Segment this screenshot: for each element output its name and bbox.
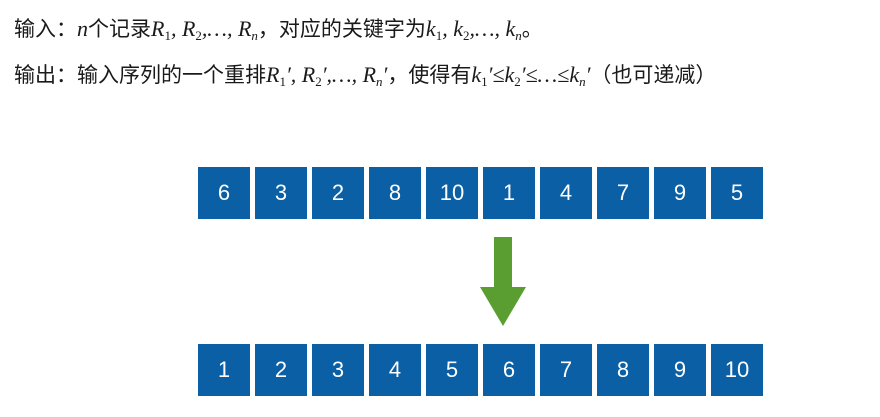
sequence-cell: 10	[711, 344, 763, 396]
sequence-cell: 9	[654, 344, 706, 396]
sequence-cell: 9	[654, 167, 706, 219]
input-text-2: ，对应的关键字为	[257, 17, 426, 41]
k2-prime-symbol: k2	[504, 62, 521, 89]
sequence-cell: 5	[426, 344, 478, 396]
le-sep: ′≤…≤	[520, 62, 570, 87]
output-text-2: ，使得有	[387, 63, 472, 87]
sequence-cell: 2	[255, 344, 307, 396]
sequence-cell: 2	[312, 167, 364, 219]
ellipsis: ,…,	[469, 16, 506, 41]
sequence-cell: 7	[540, 344, 592, 396]
sequence-cell: 8	[369, 167, 421, 219]
sequence-cell: 4	[540, 167, 592, 219]
comma: ,	[442, 16, 454, 41]
sequence-cell: 10	[426, 167, 478, 219]
input-text-1: 个记录	[88, 17, 151, 41]
prime-sep: ′,	[285, 62, 302, 87]
n-symbol: n	[77, 16, 88, 41]
r2-symbol: R2	[181, 16, 202, 43]
comma: ,	[170, 16, 182, 41]
r2-prime-symbol: R2	[301, 62, 322, 89]
input-end: 。	[521, 17, 543, 41]
output-description: 输出：输入序列的一个重排R1′, R2′,…, Rn′，使得有k1′≤k2′≤……	[14, 60, 716, 90]
k2-symbol: k2	[453, 16, 470, 43]
input-description: 输入：n个记录R1, R2,…, Rn，对应的关键字为k1, k2,…, kn。	[14, 14, 543, 44]
output-note: （也可递减）	[590, 63, 717, 87]
r1-symbol: R1	[151, 16, 171, 43]
prime-sep: ′,…,	[321, 62, 363, 87]
output-text-1: 输入序列的一个重排	[77, 63, 266, 87]
input-label: 输入：	[14, 17, 77, 41]
sorted-sequence: 1 2 3 4 5 6 7 8 9 10	[198, 344, 763, 396]
sequence-cell: 6	[483, 344, 535, 396]
rn-symbol: Rn	[237, 16, 258, 43]
r1-prime-symbol: R1	[266, 62, 286, 89]
sequence-cell: 1	[198, 344, 250, 396]
sequence-cell: 6	[198, 167, 250, 219]
unsorted-sequence: 6 3 2 8 10 1 4 7 9 5	[198, 167, 763, 219]
output-label: 输出：	[14, 63, 77, 87]
sequence-cell: 7	[597, 167, 649, 219]
k1-prime-symbol: k1	[471, 62, 488, 89]
down-arrow-icon	[480, 237, 526, 326]
sequence-cell: 1	[483, 167, 535, 219]
le-sep: ′≤	[487, 62, 505, 87]
kn-symbol: kn	[505, 16, 522, 43]
sequence-cell: 8	[597, 344, 649, 396]
sequence-cell: 3	[312, 344, 364, 396]
sequence-cell: 3	[255, 167, 307, 219]
ellipsis: ,…,	[201, 16, 238, 41]
kn-prime-symbol: kn	[569, 62, 586, 89]
k1-symbol: k1	[425, 16, 443, 43]
sequence-cell: 5	[711, 167, 763, 219]
rn-prime-symbol: Rn	[362, 62, 383, 89]
sequence-cell: 4	[369, 344, 421, 396]
